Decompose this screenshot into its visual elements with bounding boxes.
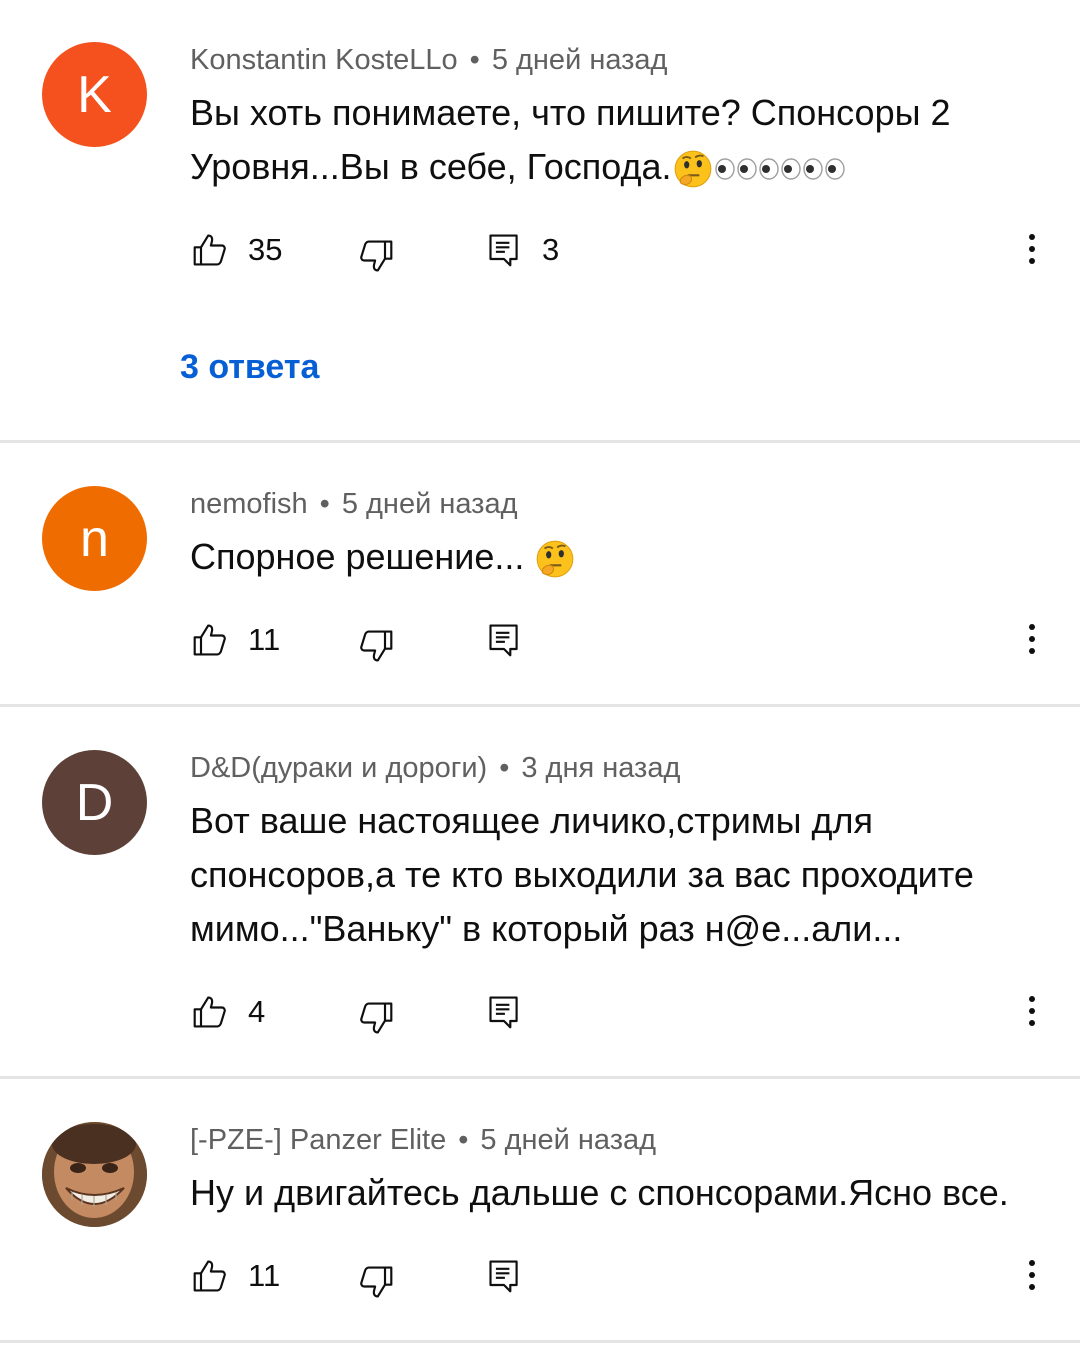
avatar[interactable]: [42, 1122, 147, 1227]
comment-line: спонсоров,а те кто выходили за вас прохо…: [190, 854, 974, 895]
avatar[interactable]: n: [42, 486, 147, 591]
avatar[interactable]: D: [42, 750, 147, 855]
more-vertical-icon[interactable]: [1016, 230, 1048, 270]
comment-actions: 4: [0, 992, 1080, 1032]
thumbs-up-icon: [192, 994, 228, 1030]
like-count: 35: [248, 232, 283, 267]
comment-actions: 35 3: [0, 230, 1080, 270]
dislike-button[interactable]: [358, 998, 394, 1038]
comment-line: Вы хоть понимаете, что пишите? Спонсоры …: [190, 92, 951, 133]
reply-button[interactable]: [486, 620, 522, 660]
eyes-emoji: [802, 157, 846, 181]
divider: [0, 1340, 1080, 1343]
comment-text: Спорное решение...: [190, 530, 1050, 584]
author-name[interactable]: nemofish: [190, 488, 308, 520]
timestamp[interactable]: 3 дня назад: [521, 752, 680, 784]
reply-button[interactable]: [486, 992, 522, 1032]
comment-line: Ну и двигайтесь дальше с спонсорами.Ясно…: [190, 1172, 1009, 1213]
view-replies-link[interactable]: 3 ответа: [180, 348, 319, 387]
thumbs-up-icon: [192, 1258, 228, 1294]
comment-text: Ну и двигайтесь дальше с спонсорами.Ясно…: [190, 1166, 1050, 1220]
comment-actions: 11: [0, 1256, 1080, 1296]
timestamp[interactable]: 5 дней назад: [492, 44, 668, 76]
timestamp[interactable]: 5 дней назад: [480, 1124, 656, 1156]
avatar-letter: K: [77, 65, 112, 124]
grinning-face-photo: [42, 1122, 147, 1227]
eyes-emoji: [758, 157, 802, 181]
avatar-letter: D: [75, 773, 114, 832]
like-button[interactable]: 4: [192, 992, 265, 1032]
meta-separator: •: [499, 752, 510, 784]
comment-line-text: Спорное решение...: [190, 536, 525, 577]
eyes-emoji: [714, 157, 758, 181]
divider: [0, 704, 1080, 707]
thumbs-down-icon: [358, 1000, 394, 1036]
comment-text: Вот ваше настоящее личико,стримы для спо…: [190, 794, 1050, 956]
comment-text: Вы хоть понимаете, что пишите? Спонсоры …: [190, 86, 1050, 194]
timestamp[interactable]: 5 дней назад: [342, 488, 518, 520]
reply-icon: [486, 622, 522, 658]
like-count: 11: [248, 1258, 281, 1293]
reply-button[interactable]: [486, 1256, 522, 1296]
thumbs-up-icon: [192, 622, 228, 658]
comment-meta: Konstantin KosteLLo • 5 дней назад: [190, 44, 667, 77]
thumbs-down-icon: [358, 628, 394, 664]
comment-meta: [-PZE-] Panzer Elite • 5 дней назад: [190, 1124, 656, 1157]
more-vertical-icon[interactable]: [1016, 992, 1048, 1032]
reply-icon: [486, 232, 522, 268]
comment-actions: 11: [0, 620, 1080, 660]
more-vertical-icon[interactable]: [1016, 1256, 1048, 1296]
like-count: 11: [248, 622, 281, 657]
comment-line: Вот ваше настоящее личико,стримы для: [190, 800, 874, 841]
thumbs-down-icon: [358, 1264, 394, 1300]
meta-separator: •: [469, 44, 480, 76]
avatar-letter: n: [80, 509, 109, 568]
thinking-face-emoji: [672, 148, 714, 190]
thumbs-up-icon: [192, 232, 228, 268]
comment-line-text: Уровня...Вы в себе, Господа.: [190, 146, 672, 187]
comment-line: Уровня...Вы в себе, Господа.: [190, 140, 1050, 194]
thinking-face-emoji: [534, 538, 576, 580]
reply-icon: [486, 1258, 522, 1294]
avatar[interactable]: K: [42, 42, 147, 147]
more-vertical-icon[interactable]: [1016, 620, 1048, 660]
comment-meta: D&D(дураки и дороги) • 3 дня назад: [190, 752, 680, 785]
meta-separator: •: [458, 1124, 469, 1156]
dislike-button[interactable]: [358, 1262, 394, 1302]
reply-button[interactable]: 3: [486, 230, 559, 270]
divider: [0, 1076, 1080, 1079]
comment-line: мимо..."Ваньку" в который раз н@е...али.…: [190, 908, 903, 949]
thumbs-down-icon: [358, 238, 394, 274]
author-name[interactable]: [-PZE-] Panzer Elite: [190, 1124, 446, 1156]
divider: [0, 440, 1080, 443]
author-name[interactable]: Konstantin KosteLLo: [190, 44, 458, 76]
author-name[interactable]: D&D(дураки и дороги): [190, 752, 487, 784]
like-button[interactable]: 11: [192, 620, 280, 660]
reply-icon: [486, 994, 522, 1030]
like-button[interactable]: 11: [192, 1256, 280, 1296]
meta-separator: •: [319, 488, 330, 520]
reply-count: 3: [542, 232, 560, 267]
comment-meta: nemofish • 5 дней назад: [190, 488, 518, 521]
dislike-button[interactable]: [358, 626, 394, 666]
like-button[interactable]: 35: [192, 230, 282, 270]
dislike-button[interactable]: [358, 236, 394, 276]
like-count: 4: [248, 994, 266, 1029]
